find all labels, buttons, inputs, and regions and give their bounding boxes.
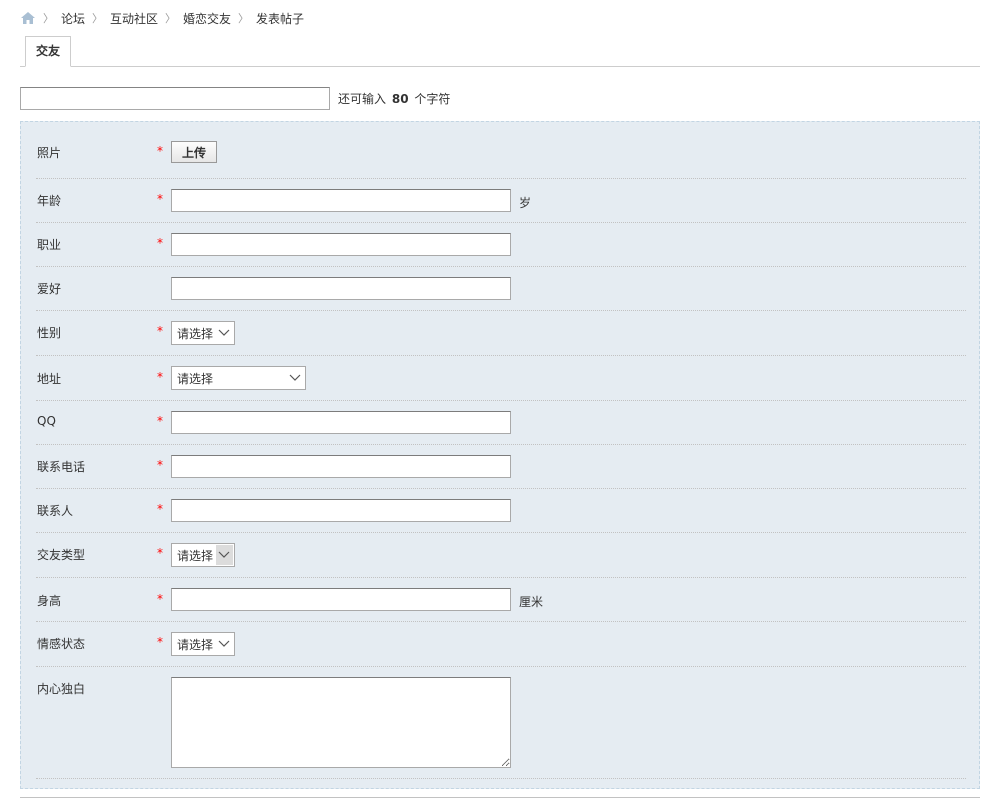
photo-row: 照片 * 上传 <box>36 122 966 179</box>
relationship-selected: 请选择 <box>177 637 214 652</box>
required-mark: * <box>157 458 163 472</box>
qq-input[interactable] <box>171 411 511 434</box>
title-row: 还可输入 80 个字符 <box>20 87 450 110</box>
age-input[interactable] <box>171 189 511 212</box>
required-mark: * <box>157 192 163 206</box>
tab-bar: 交友 <box>20 36 980 67</box>
counter-number: 80 <box>391 92 409 106</box>
counter-suffix: 个字符 <box>414 92 451 106</box>
phone-label: 联系电话 <box>37 460 86 474</box>
hobby-label: 爱好 <box>37 282 62 296</box>
job-label: 职业 <box>37 238 62 252</box>
counter-prefix: 还可输入 <box>338 92 387 106</box>
address-selected: 请选择 <box>177 371 214 386</box>
qq-label: QQ <box>37 414 56 428</box>
form-panel: 照片 * 上传 年龄 * 岁 职业 * 爱好 性别 * 请选择 地址 * 请选择… <box>20 121 980 789</box>
job-row: 职业 * <box>36 223 966 267</box>
breadcrumb: 〉 论坛 〉 互动社区 〉 婚恋交友 〉 发表帖子 <box>20 9 304 27</box>
breadcrumb-forum[interactable]: 论坛 <box>61 10 85 27</box>
friend-type-label: 交友类型 <box>37 548 86 562</box>
hobby-input[interactable] <box>171 277 511 300</box>
chevron-down-icon <box>289 374 301 381</box>
photo-label: 照片 <box>37 146 62 160</box>
title-input[interactable] <box>20 87 330 110</box>
friend-type-select[interactable]: 请选择 <box>171 543 235 567</box>
relationship-row: 情感状态 * 请选择 <box>36 622 966 667</box>
breadcrumb-current: 发表帖子 <box>256 11 305 26</box>
job-input[interactable] <box>171 233 511 256</box>
relationship-label: 情感状态 <box>37 637 86 651</box>
qq-row: QQ * <box>36 401 966 445</box>
breadcrumb-separator-icon: 〉 <box>165 12 177 25</box>
char-counter: 还可输入 80 个字符 <box>338 90 450 107</box>
height-input[interactable] <box>171 588 511 611</box>
gender-row: 性别 * 请选择 <box>36 311 966 356</box>
upload-button[interactable]: 上传 <box>171 141 217 163</box>
required-mark: * <box>157 236 163 250</box>
phone-row: 联系电话 * <box>36 445 966 489</box>
required-mark: * <box>157 144 163 158</box>
gender-select[interactable]: 请选择 <box>171 321 235 345</box>
gender-selected: 请选择 <box>177 326 214 341</box>
age-row: 年龄 * 岁 <box>36 179 966 223</box>
address-label: 地址 <box>37 372 62 386</box>
contact-label: 联系人 <box>37 504 74 518</box>
required-mark: * <box>157 635 163 649</box>
breadcrumb-separator-icon: 〉 <box>43 12 54 25</box>
height-row: 身高 * 厘米 <box>36 578 966 622</box>
required-mark: * <box>157 414 163 428</box>
required-mark: * <box>157 502 163 516</box>
phone-input[interactable] <box>171 455 511 478</box>
friend-type-row: 交友类型 * 请选择 <box>36 533 966 578</box>
height-unit: 厘米 <box>519 595 544 609</box>
breadcrumb-separator-icon: 〉 <box>92 12 104 25</box>
monologue-row: 内心独白 <box>36 667 966 779</box>
age-label: 年龄 <box>37 194 62 208</box>
gender-label: 性别 <box>37 326 62 340</box>
home-icon[interactable] <box>20 11 36 25</box>
hobby-row: 爱好 <box>36 267 966 311</box>
breadcrumb-community[interactable]: 互动社区 <box>110 10 158 27</box>
address-select[interactable]: 请选择 <box>171 366 306 390</box>
height-label: 身高 <box>37 594 62 608</box>
breadcrumb-dating[interactable]: 婚恋交友 <box>183 10 231 27</box>
required-mark: * <box>157 370 163 384</box>
required-mark: * <box>157 324 163 338</box>
chevron-down-icon <box>218 329 230 336</box>
tab-dating[interactable]: 交友 <box>25 36 71 67</box>
address-row: 地址 * 请选择 <box>36 356 966 401</box>
contact-row: 联系人 * <box>36 489 966 533</box>
breadcrumb-separator-icon: 〉 <box>238 12 250 25</box>
chevron-down-icon <box>218 551 230 558</box>
age-unit: 岁 <box>519 196 532 210</box>
required-mark: * <box>157 546 163 560</box>
bottom-divider <box>20 797 980 798</box>
chevron-down-icon <box>218 640 230 647</box>
required-mark: * <box>157 592 163 606</box>
relationship-select[interactable]: 请选择 <box>171 632 235 656</box>
contact-input[interactable] <box>171 499 511 522</box>
friend-type-selected: 请选择 <box>177 548 214 563</box>
monologue-textarea[interactable] <box>171 677 511 768</box>
monologue-label: 内心独白 <box>37 682 86 696</box>
